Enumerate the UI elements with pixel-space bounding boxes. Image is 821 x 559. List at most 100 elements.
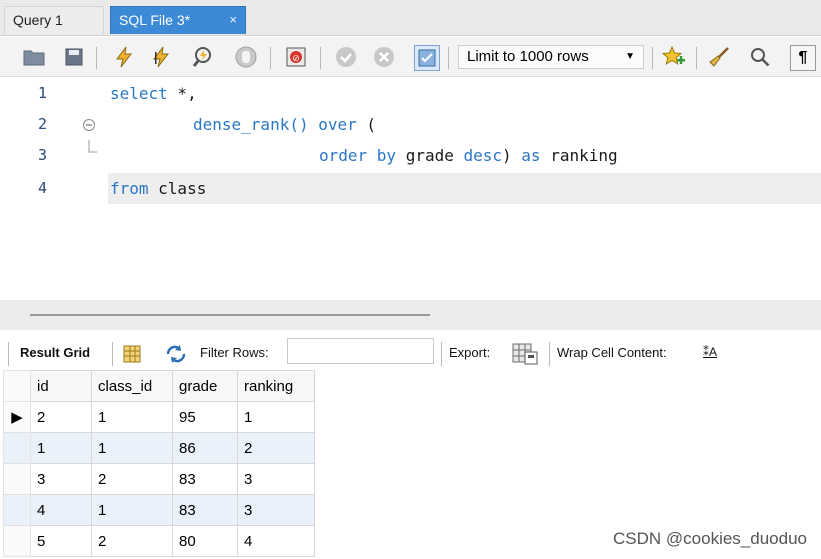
text: grade (396, 146, 464, 165)
table-cell[interactable]: 86 (172, 432, 238, 464)
table-cell[interactable]: 2 (237, 432, 315, 464)
wrap-text-icon[interactable]: ⁑A (703, 345, 717, 359)
keyword: as (521, 146, 541, 165)
column-header[interactable]: grade (172, 370, 238, 402)
editor-line: 2 dense_rank() over ( (0, 109, 821, 140)
panel-splitter[interactable] (0, 300, 821, 330)
toolbar-divider (696, 47, 697, 69)
add-snippet-button[interactable] (662, 45, 686, 69)
refresh-icon[interactable] (164, 344, 188, 364)
editor-toolbar: ⊘ Limit to 1000 rows ▼ ¶ (0, 37, 821, 77)
table-cell[interactable]: 2 (30, 401, 92, 433)
limit-rows-value: Limit to 1000 rows (467, 48, 589, 65)
export-label: Export: (449, 345, 491, 360)
result-toolbar: Result Grid Filter Rows: Export: Wrap Ce… (0, 336, 821, 370)
check-circle-icon (336, 47, 356, 67)
table-cell[interactable]: 1 (91, 494, 173, 526)
autocommit-icon (418, 49, 436, 67)
text: ( (356, 115, 377, 134)
text: class (148, 179, 207, 198)
table-row[interactable]: 4 1 83 3 (3, 494, 315, 526)
watermark: CSDN @cookies_duoduo (613, 529, 807, 548)
keyword: over (308, 115, 357, 134)
table-cell[interactable]: 1 (237, 401, 315, 433)
keyword: order by (319, 146, 397, 165)
line-number: 3 (38, 146, 48, 164)
table-cell[interactable]: 3 (237, 494, 315, 526)
stop-on-error-icon: ⊘ (286, 47, 306, 67)
toolbar-divider (441, 342, 442, 366)
save-icon (65, 48, 83, 66)
code-text: order by grade desc) as ranking (319, 140, 618, 171)
table-cell[interactable]: 2 (91, 525, 173, 557)
commit-button[interactable] (334, 45, 358, 69)
execute-current-button[interactable] (150, 45, 174, 69)
fold-minus-icon[interactable] (82, 118, 96, 132)
toolbar-divider (112, 342, 113, 366)
table-cell[interactable]: 3 (30, 463, 92, 495)
table-cell[interactable]: 95 (172, 401, 238, 433)
grid-view-icon[interactable] (122, 344, 142, 364)
table-cell[interactable]: 1 (30, 432, 92, 464)
stop-button[interactable] (234, 45, 258, 69)
table-cell[interactable]: 83 (172, 494, 238, 526)
cancel-circle-icon (374, 47, 394, 67)
row-indicator-header (3, 370, 31, 402)
result-grid[interactable]: id class_id grade ranking ▶ 2 1 95 1 1 1… (3, 370, 315, 557)
tab-label: Query 1 (13, 12, 63, 28)
row-indicator (3, 525, 31, 557)
invisible-chars-button[interactable]: ¶ (790, 45, 816, 71)
table-cell[interactable]: 83 (172, 463, 238, 495)
row-indicator (3, 494, 31, 526)
table-cell[interactable]: 1 (91, 432, 173, 464)
filter-rows-label: Filter Rows: (200, 345, 269, 360)
table-row[interactable]: 5 2 80 4 (3, 525, 315, 557)
table-cell[interactable]: 3 (237, 463, 315, 495)
save-button[interactable] (62, 45, 86, 69)
text: ) (502, 146, 522, 165)
line-number: 1 (38, 84, 48, 102)
chevron-down-icon: ▼ (625, 51, 635, 62)
row-indicator (3, 463, 31, 495)
magnifier-lightning-icon (192, 47, 211, 67)
table-cell[interactable]: 2 (91, 463, 173, 495)
current-row-indicator-icon: ▶ (3, 401, 31, 433)
table-cell[interactable]: 1 (91, 401, 173, 433)
svg-text:⊘: ⊘ (292, 53, 300, 63)
find-button[interactable] (748, 45, 772, 69)
keyword: desc (463, 146, 503, 165)
horizontal-scrollbar[interactable] (30, 314, 430, 316)
close-icon[interactable]: × (229, 7, 237, 33)
tab-sql-file-3[interactable]: SQL File 3* × (110, 6, 246, 34)
result-grid-tab[interactable]: Result Grid (20, 345, 90, 360)
toolbar-divider (652, 47, 653, 69)
row-indicator (3, 432, 31, 464)
execute-button[interactable] (112, 45, 136, 69)
text: ranking (540, 146, 618, 165)
table-row[interactable]: 1 1 86 2 (3, 432, 315, 464)
keyword: from (110, 179, 149, 198)
open-file-button[interactable] (22, 45, 46, 69)
table-cell[interactable]: 4 (30, 494, 92, 526)
column-header[interactable]: id (30, 370, 92, 402)
explain-button[interactable] (192, 45, 216, 69)
autocommit-toggle[interactable] (414, 45, 440, 71)
table-cell[interactable]: 4 (237, 525, 315, 557)
table-row[interactable]: ▶ 2 1 95 1 (3, 401, 315, 433)
rollback-button[interactable] (372, 45, 396, 69)
beautify-button[interactable] (708, 45, 732, 69)
column-header[interactable]: class_id (91, 370, 173, 402)
wrap-cell-label: Wrap Cell Content: (557, 345, 667, 360)
sql-editor[interactable]: 1 select *, 2 dense_rank() over ( 3 orde… (0, 78, 821, 300)
export-icon[interactable] (511, 342, 539, 366)
limit-rows-select[interactable]: Limit to 1000 rows ▼ (458, 45, 644, 69)
column-header[interactable]: ranking (237, 370, 315, 402)
table-cell[interactable]: 5 (30, 525, 92, 557)
table-cell[interactable]: 80 (172, 525, 238, 557)
tab-query-1[interactable]: Query 1 (4, 6, 104, 34)
toggle-stop-on-error-button[interactable]: ⊘ (284, 45, 308, 69)
filter-rows-input[interactable] (287, 338, 434, 364)
code-text: dense_rank() over ( (193, 109, 376, 140)
table-row[interactable]: 3 2 83 3 (3, 463, 315, 495)
line-number: 2 (38, 115, 48, 133)
